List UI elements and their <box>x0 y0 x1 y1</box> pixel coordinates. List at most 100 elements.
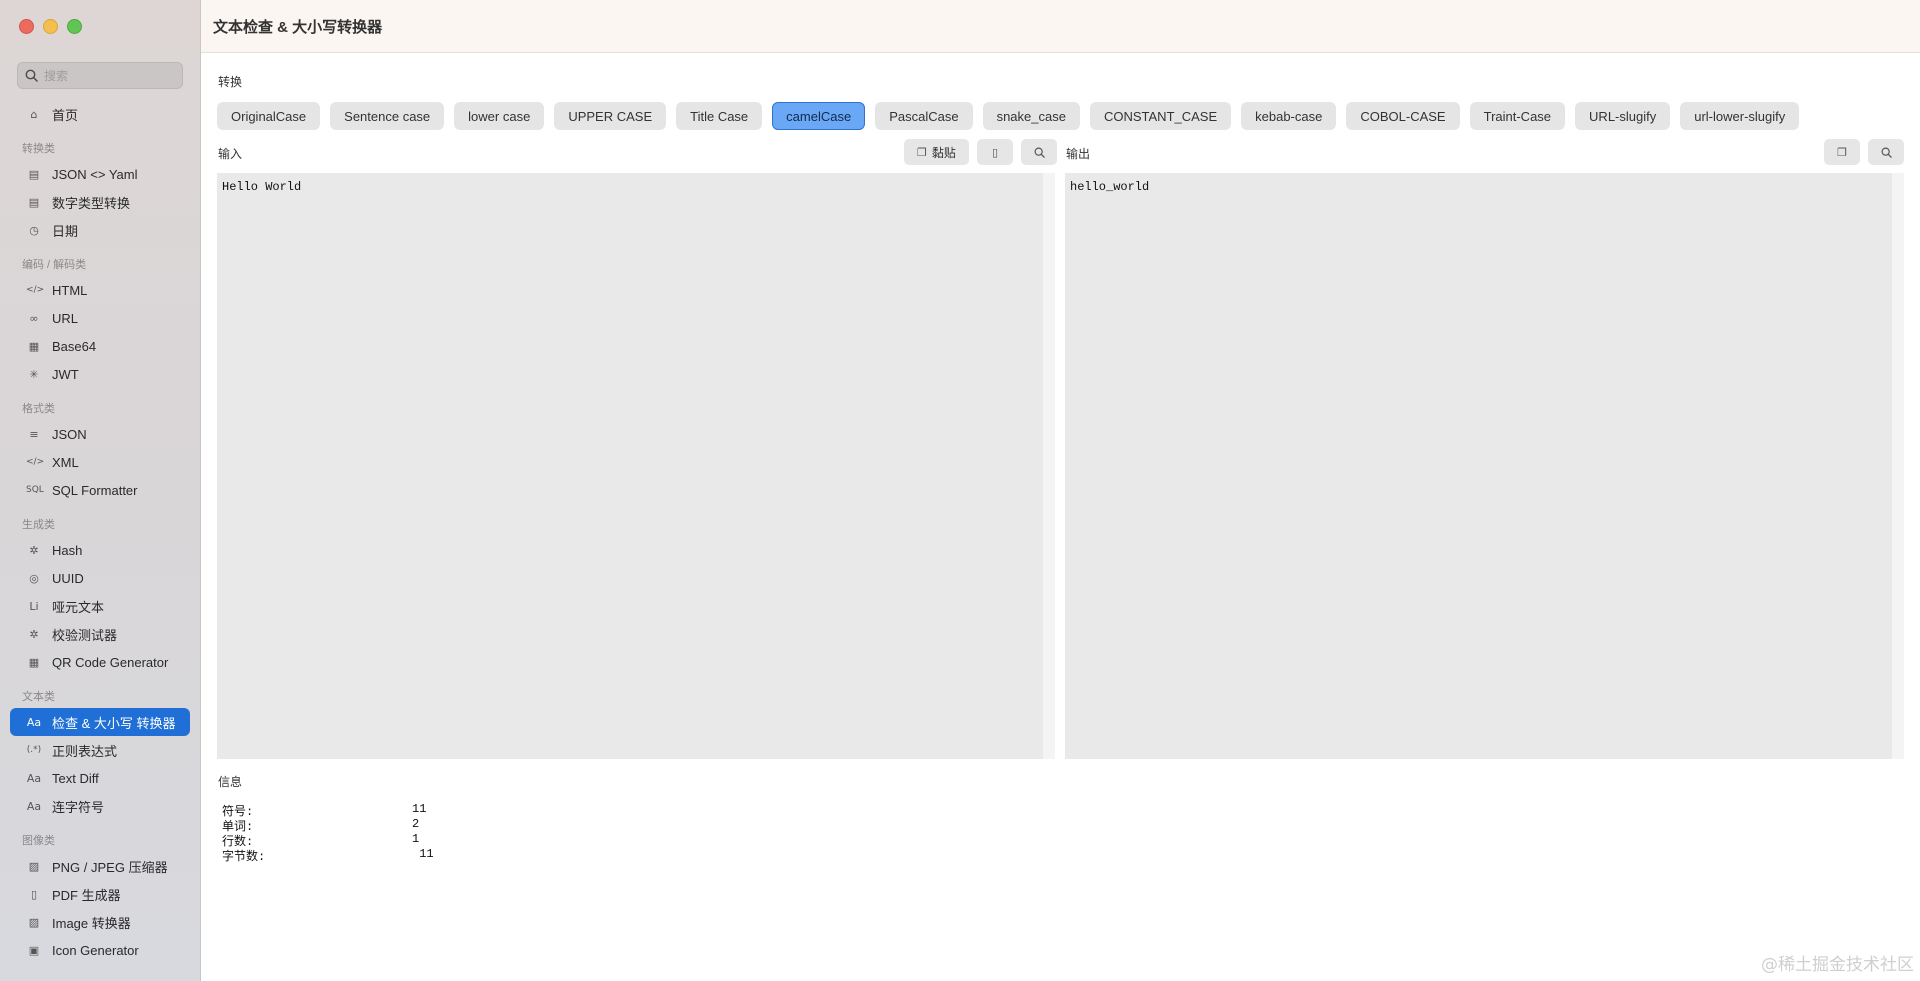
case-button-url-slugify[interactable]: URL-slugify <box>1575 102 1671 130</box>
sidebar-item-icon: Aa <box>26 799 42 813</box>
sidebar-item-label: JSON <box>52 426 87 442</box>
sidebar-item-label: PDF 生成器 <box>52 887 121 903</box>
info-row: 行数: 1 <box>222 832 434 849</box>
sidebar-item-icon: ✲ <box>29 627 39 641</box>
info-label: 信息 <box>218 775 243 789</box>
sidebar-item-label: 数字类型转换 <box>52 195 131 211</box>
sidebar-item-sql-formatter[interactable]: SQL SQL Formatter <box>10 476 190 504</box>
sidebar-item-label: 哑元文本 <box>52 599 105 615</box>
input-search-button[interactable] <box>1021 139 1057 165</box>
case-button-traint-case[interactable]: Traint-Case <box>1469 102 1566 130</box>
sidebar-item-label: JWT <box>52 366 79 382</box>
sidebar-item-base64[interactable]: ▦ Base64 <box>10 332 190 360</box>
sidebar-item-item[interactable]: Aa 连字符号 <box>10 792 190 820</box>
paste-button-label: 黏贴 <box>931 145 956 160</box>
sidebar-item-home[interactable]: ⌂ 首页 <box>10 100 190 128</box>
sidebar-item-label: 日期 <box>52 223 79 239</box>
search-input[interactable] <box>44 68 174 83</box>
sidebar-search[interactable] <box>17 62 183 89</box>
sidebar-item-icon: ▦ <box>28 339 40 353</box>
sidebar-item-icon: </> <box>26 457 45 467</box>
sidebar-item-item[interactable]: (.*) 正则表达式 <box>10 736 190 764</box>
sidebar-item-item[interactable]: ◷ 日期 <box>10 216 190 244</box>
case-button-constant-case[interactable]: CONSTANT_CASE <box>1089 102 1232 130</box>
info-key: 符号: <box>222 805 254 819</box>
sidebar-item-icon: ✲ <box>29 543 39 557</box>
sidebar-item-item[interactable]: Aa 检查 & 大小写 转换器 <box>10 708 190 736</box>
sidebar-item-label: 连字符号 <box>52 799 105 815</box>
case-button-sentence-case[interactable]: Sentence case <box>330 102 445 130</box>
sidebar-item-text-diff[interactable]: Aa Text Diff <box>10 764 190 792</box>
case-button-pascalcase[interactable]: PascalCase <box>875 102 973 130</box>
sidebar-item-html[interactable]: </> HTML <box>10 276 190 304</box>
case-button-title-case[interactable]: Title Case <box>676 102 763 130</box>
sidebar-item-json[interactable]: ≡ JSON <box>10 420 190 448</box>
sidebar-section-title: 文本类 <box>22 691 55 703</box>
sidebar-item-label: PNG / JPEG 压缩器 <box>52 859 168 875</box>
sidebar-item-xml[interactable]: </> XML <box>10 448 190 476</box>
zoom-window-button[interactable] <box>67 19 82 34</box>
sidebar-item-label: 首页 <box>52 107 79 123</box>
sidebar-item-uuid[interactable]: ◎ UUID <box>10 564 190 592</box>
case-button-lower-case[interactable]: lower case <box>454 102 545 130</box>
sidebar-item-label: 正则表达式 <box>52 743 118 759</box>
sidebar-item-item[interactable]: ✲ 校验测试器 <box>10 620 190 648</box>
input-textarea[interactable]: Hello World <box>217 173 1043 759</box>
output-search-button[interactable] <box>1868 139 1904 165</box>
sidebar-section-title: 格式类 <box>22 403 55 415</box>
search-icon <box>1881 147 1892 158</box>
sidebar-item-image[interactable]: ▨ Image 转换器 <box>10 908 190 936</box>
paste-button[interactable]: ❐ 黏贴 <box>904 139 969 165</box>
info-panel: 符号: 11 单词: 2 行数: 1 字节数: 11 <box>222 802 434 864</box>
case-button-kebab-case[interactable]: kebab-case <box>1241 102 1337 130</box>
sidebar-item-label: Base64 <box>52 338 97 354</box>
case-button-snake-case[interactable]: snake_case <box>982 102 1080 130</box>
copy-output-button[interactable]: ❐ <box>1824 139 1860 165</box>
sidebar-item-label: UUID <box>52 570 84 586</box>
sidebar-item-json-yaml[interactable]: ▤ JSON <> Yaml <box>10 160 190 188</box>
sidebar-item-qr-code-generator[interactable]: ▦ QR Code Generator <box>10 648 190 676</box>
sidebar-item-icon: (.*) <box>26 745 42 755</box>
sidebar-item-item[interactable]: Li 哑元文本 <box>10 592 190 620</box>
sidebar-item-icon: ∞ <box>29 311 39 325</box>
input-scrollbar[interactable] <box>1043 173 1055 759</box>
info-value: 1 <box>412 832 420 846</box>
sidebar-section-title: 编码 / 解码类 <box>22 259 87 271</box>
sidebar-item-png-jpeg[interactable]: ▨ PNG / JPEG 压缩器 <box>10 852 190 880</box>
close-window-button[interactable] <box>19 19 34 34</box>
sidebar-item-label: JSON <> Yaml <box>52 166 138 182</box>
sidebar-item-item[interactable]: ▤ 数字类型转换 <box>10 188 190 216</box>
open-file-button[interactable]: ▯ <box>977 139 1013 165</box>
case-button-originalcase[interactable]: OriginalCase <box>217 102 321 130</box>
sidebar-section-title: 生成类 <box>22 519 55 531</box>
output-scrollbar[interactable] <box>1892 173 1904 759</box>
sidebar-item-label: SQL Formatter <box>52 482 138 498</box>
sidebar-nav: ⌂ 首页 转换类 ▤ JSON <> Yaml ▤ 数字类型转换 ◷ 日期 编码 / 解码类 <… <box>10 100 190 964</box>
sidebar-item-hash[interactable]: ✲ Hash <box>10 536 190 564</box>
sidebar: ⌂ 首页 转换类 ▤ JSON <> Yaml ▤ 数字类型转换 ◷ 日期编码 / 解码类 <… <box>0 0 201 981</box>
sidebar-item-icon-generator[interactable]: ▣ Icon Generator <box>10 936 190 964</box>
sidebar-item-url[interactable]: ∞ URL <box>10 304 190 332</box>
output-textarea[interactable]: hello_world <box>1065 173 1892 759</box>
file-icon: ▯ <box>991 145 999 159</box>
search-icon <box>25 69 38 82</box>
case-button-url-lower-slugify[interactable]: url-lower-slugify <box>1680 102 1800 130</box>
case-button-cobol-case[interactable]: COBOL-CASE <box>1346 102 1460 130</box>
search-icon <box>1034 147 1045 158</box>
sidebar-item-icon: Aa <box>26 771 42 785</box>
case-button-camelcase[interactable]: camelCase <box>772 102 866 130</box>
sidebar-item-icon: ▨ <box>28 859 40 873</box>
home-icon: ⌂ <box>30 107 38 121</box>
minimize-window-button[interactable] <box>43 19 58 34</box>
sidebar-item-icon: Li <box>29 599 39 613</box>
sidebar-item-icon: </> <box>26 285 45 295</box>
info-row: 字节数: 11 <box>222 847 434 864</box>
sidebar-item-icon: Aa <box>26 715 42 729</box>
sidebar-item-label: URL <box>52 310 79 326</box>
sidebar-item-pdf[interactable]: ▯ PDF 生成器 <box>10 880 190 908</box>
clipboard-icon: ❐ <box>1837 145 1847 159</box>
sidebar-item-label: 检查 & 大小写 转换器 <box>52 715 176 731</box>
sidebar-item-jwt[interactable]: ✳ JWT <box>10 360 190 388</box>
convert-label: 转换 <box>218 75 243 89</box>
case-button-upper-case[interactable]: UPPER CASE <box>554 102 667 130</box>
